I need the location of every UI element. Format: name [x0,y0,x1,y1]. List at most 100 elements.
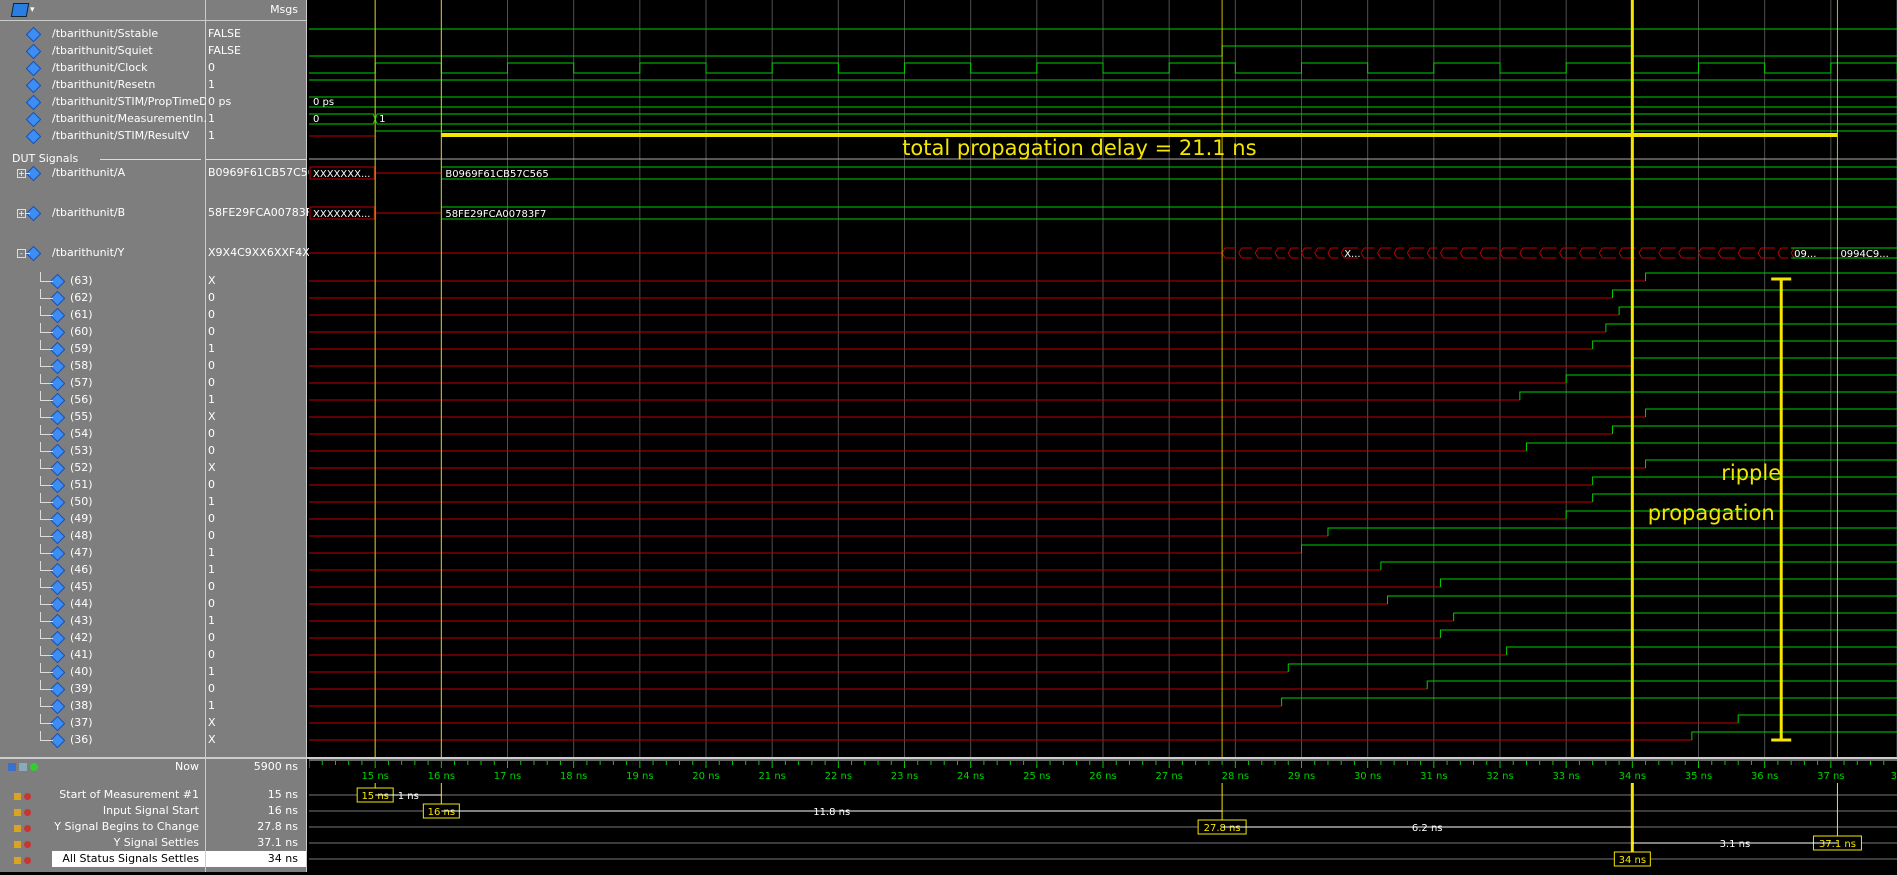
bit-valid-line [1606,324,1897,332]
signal-name[interactable]: /tbarithunit/Clock [52,60,148,76]
bit-value: 0 [208,358,215,374]
bit-name[interactable]: (39) [70,681,93,697]
bit-name[interactable]: (55) [70,409,93,425]
expand-toggle-icon[interactable]: - [17,249,26,258]
signal-name[interactable]: /tbarithunit/STIM/PropTimeD... [52,94,218,110]
bit-name[interactable]: (46) [70,562,93,578]
bit-name[interactable]: (41) [70,647,93,663]
bit-name[interactable]: (57) [70,375,93,391]
signal-name[interactable]: /tbarithunit/Resetn [52,77,155,93]
cursor-lock-icon[interactable] [14,854,38,864]
edit-cursor-icon[interactable] [19,763,27,771]
signal-value: 0 [208,60,215,76]
bit-name[interactable]: (44) [70,596,93,612]
bit-name[interactable]: (51) [70,477,93,493]
signal-diamond-icon [26,61,42,77]
tree-line [26,253,30,254]
cursor-name[interactable]: Start of Measurement #1 [59,787,199,803]
tree-line [40,306,53,316]
signal-name[interactable]: /tbarithunit/STIM/ResultV [52,128,189,144]
bit-name[interactable]: (36) [70,732,93,748]
bit-name[interactable]: (43) [70,613,93,629]
bit-name[interactable]: (47) [70,545,93,561]
bit-name[interactable]: (62) [70,290,93,306]
bit-value: 0 [208,630,215,646]
cursor-lock-icon[interactable] [14,790,38,800]
bit-name[interactable]: (42) [70,630,93,646]
cursor-timeline-pane[interactable]: 15 ns16 ns17 ns18 ns19 ns20 ns21 ns22 ns… [309,759,1897,872]
signal-diamond-icon [26,112,42,128]
insert-cursor-icon[interactable] [8,763,16,771]
bit-value: X [208,460,216,476]
signal-name[interactable]: /tbarithunit/Sstable [52,26,158,42]
signal-name[interactable]: /tbarithunit/Squiet [52,43,153,59]
delta-label: 11.8 ns [813,807,850,818]
bit-name[interactable]: (45) [70,579,93,595]
bit-name[interactable]: (48) [70,528,93,544]
bit-value: X [208,409,216,425]
add-cursor-icon[interactable] [30,763,38,771]
tree-line [26,173,30,174]
ruler-label: 33 ns [1552,771,1579,782]
cursor-name[interactable]: Y Signal Settles [114,835,199,851]
cursor-name[interactable]: Input Signal Start [103,803,199,819]
bit-name[interactable]: (40) [70,664,93,680]
delta-label: 6.2 ns [1412,823,1443,834]
bit-valid-line [1282,698,1897,706]
signal-value: 1 [208,77,215,93]
tree-line [40,510,53,520]
ruler-label: 18 ns [560,771,587,782]
signal-value: B0969F61CB57C565 [208,165,322,181]
signal-name[interactable]: /tbarithunit/MeasurementIn... [52,111,214,127]
expand-toggle-icon[interactable]: + [17,209,26,218]
bit-name[interactable]: (38) [70,698,93,714]
cursor-lock-icon[interactable] [14,838,38,848]
bit-name[interactable]: (50) [70,494,93,510]
signal-name[interactable]: /tbarithunit/Y [52,245,124,261]
tree-line [40,663,53,673]
divider-line [206,159,306,160]
bit-name[interactable]: (56) [70,392,93,408]
cursor-name[interactable]: All Status Signals Settles [52,851,205,867]
ruler-label: 15 ns [361,771,388,782]
bit-value: 0 [208,290,215,306]
bit-name[interactable]: (58) [70,358,93,374]
signal-name[interactable]: /tbarithunit/A [52,165,125,181]
signal-names-pane: ▾ /tbarithunit/Sstable/tbarithunit/Squie… [0,0,206,757]
signal-diamond-icon [26,95,42,111]
bus-y-end-text: 0994C9... [1840,249,1888,260]
bit-name[interactable]: (37) [70,715,93,731]
bit-name[interactable]: (52) [70,460,93,476]
cursor-name[interactable]: Y Signal Begins to Change [54,819,199,835]
expand-toggle-icon[interactable]: + [17,169,26,178]
signal-value: 0 ps [208,94,231,110]
now-label: Now [175,759,199,775]
ruler-label: 26 ns [1089,771,1116,782]
cursor-timeline-canvas[interactable]: 15 ns16 ns17 ns18 ns19 ns20 ns21 ns22 ns… [309,759,1897,872]
bit-name[interactable]: (61) [70,307,93,323]
ruler-label: 29 ns [1288,771,1315,782]
bit-name[interactable]: (59) [70,341,93,357]
tree-line [40,459,53,469]
bit-value: 0 [208,307,215,323]
bit-name[interactable]: (63) [70,273,93,289]
ruler-label: 20 ns [692,771,719,782]
chevron-down-icon[interactable]: ▾ [30,5,35,15]
ruler-label: 34 ns [1619,771,1646,782]
wave-window-icon[interactable] [11,3,29,17]
bit-name[interactable]: (60) [70,324,93,340]
cursor-lock-icon[interactable] [14,822,38,832]
waveform-pane[interactable]: 0 ps01XXXXXXX...B0969F61CB57C565XXXXXXX.… [309,0,1897,757]
ruler-label: 32 ns [1486,771,1513,782]
bit-name[interactable]: (49) [70,511,93,527]
ruler-label: 37 ns [1817,771,1844,782]
waveform-canvas[interactable]: 0 ps01XXXXXXX...B0969F61CB57C565XXXXXXX.… [309,0,1897,757]
cursor-lock-icon[interactable] [14,806,38,816]
tree-line [40,680,53,690]
ruler-label: 23 ns [891,771,918,782]
bit-name[interactable]: (54) [70,426,93,442]
ruler-label: 36 ns [1751,771,1778,782]
bit-name[interactable]: (53) [70,443,93,459]
cursor-names-pane: Now Start of Measurement #1Input Signal … [0,759,206,872]
signal-name[interactable]: /tbarithunit/B [52,205,125,221]
